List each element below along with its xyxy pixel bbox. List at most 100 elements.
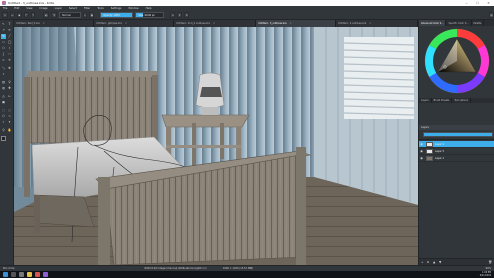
color-wheel[interactable]	[420, 26, 494, 96]
status-image-size: 1600 × 1200 (13.51 MiB)	[222, 267, 254, 270]
reference-images-tool-icon[interactable]: ▣	[1, 100, 6, 105]
dynamic-brush-tool-icon[interactable]: ≈	[1, 58, 6, 63]
fill-tool-icon[interactable]: ◍	[1, 86, 6, 91]
task-view-icon[interactable]	[19, 272, 24, 277]
elliptical-selection-tool-icon[interactable]: ◌	[7, 108, 12, 113]
measure-tool-icon[interactable]: ⊾	[7, 94, 12, 99]
move-layer-up-icon[interactable]: ▲	[433, 260, 435, 264]
tab-document-5[interactable]: Untitled - 4 outlines.kra ×	[336, 20, 418, 27]
polygonal-selection-tool-icon[interactable]: ⬡	[1, 114, 6, 119]
freehand-path-tool-icon[interactable]: 〰	[7, 52, 12, 57]
close-tab-icon[interactable]: ×	[213, 22, 215, 25]
delete-layer-icon[interactable]: 🗑	[488, 260, 492, 264]
menu-layer[interactable]: Layer	[55, 7, 62, 10]
add-layer-icon[interactable]: +	[421, 260, 424, 264]
tab-document-1[interactable]: Untitled - Bed_5.kra ×	[14, 20, 94, 27]
visibility-eye-icon[interactable]: ◉	[419, 149, 424, 153]
assistant-tool-icon[interactable]: ◬	[1, 94, 6, 99]
menu-view[interactable]: View	[26, 7, 32, 10]
tab-document-4[interactable]: Untitled - 3_outlines.kra ×	[256, 20, 336, 27]
menu-settings[interactable]: Settings	[111, 7, 122, 10]
opacity-slider[interactable]: Opacity: 100%	[100, 12, 134, 18]
close-tab-icon[interactable]: ×	[369, 22, 371, 25]
brush-editor-icon[interactable]: ✎	[51, 12, 58, 18]
freehand-selection-tool-icon[interactable]: ∿	[7, 114, 12, 119]
duplicate-layer-icon[interactable]: ⧉	[427, 260, 429, 264]
tab-document-2[interactable]: Untitled - glimpse.kra ×	[94, 20, 174, 27]
menu-window[interactable]: Window	[128, 7, 138, 10]
preserve-alpha-icon[interactable]: ▦	[89, 12, 95, 18]
browser-icon[interactable]	[35, 272, 40, 277]
status-zoom[interactable]: 60%	[486, 267, 491, 270]
freehand-brush-tool-icon[interactable]: ✎	[1, 34, 6, 39]
taskbar-clock[interactable]: 1:06 PM 6/21/2019	[480, 271, 491, 277]
bezier-tool-icon[interactable]: ∫	[1, 52, 6, 57]
visibility-eye-icon[interactable]: ◉	[419, 142, 424, 146]
tab-layers[interactable]: Layers	[419, 98, 432, 103]
eraser-mode-icon[interactable]: ◇	[82, 12, 88, 18]
brush-preset-icon[interactable]: ◐	[43, 12, 50, 18]
close-tab-icon[interactable]: ×	[43, 22, 45, 25]
workspace-icon[interactable]: ▤	[489, 12, 494, 18]
mirror-vertical-icon[interactable]: ⇕	[177, 12, 183, 18]
rectangle-tool-icon[interactable]: ▭	[1, 40, 6, 45]
start-menu-icon[interactable]	[3, 272, 8, 277]
gradient-tool-icon[interactable]: ▥	[1, 80, 6, 85]
text-tool-icon[interactable]: T	[7, 22, 12, 27]
file-explorer-icon[interactable]	[27, 272, 32, 277]
smart-patch-tool-icon[interactable]: ✚	[7, 86, 12, 91]
polygon-tool-icon[interactable]: ⬠	[1, 46, 6, 51]
open-document-icon[interactable]: ▭	[9, 12, 15, 18]
wrap-around-icon[interactable]: ⟲	[184, 12, 190, 18]
rectangular-selection-tool-icon[interactable]: ⬚	[1, 108, 6, 113]
zoom-tool-icon[interactable]: ⚲	[1, 128, 6, 133]
move-tool-icon[interactable]: ✥	[7, 66, 12, 71]
move-layer-down-icon[interactable]: ▼	[439, 260, 441, 264]
foreground-color-swatch[interactable]	[1, 136, 6, 141]
multibrush-tool-icon[interactable]: ✳	[7, 58, 12, 63]
similar-color-selection-tool-icon[interactable]: ✦	[7, 120, 12, 125]
edit-shapes-tool-icon[interactable]: ↗	[1, 28, 6, 33]
search-icon[interactable]	[11, 272, 16, 277]
select-shapes-tool-icon[interactable]: ↖	[1, 22, 6, 27]
pan-tool-icon[interactable]: ✋	[7, 128, 12, 133]
tab-tool-options[interactable]: Tool options	[452, 98, 471, 103]
layer-actions-bar: + ⧉ ▲ ▼ 🗑	[419, 258, 494, 265]
close-tab-icon[interactable]: ×	[290, 22, 292, 25]
save-icon[interactable]: ▪	[16, 12, 22, 18]
tab-label: Untitled - Bed_5.kra	[16, 22, 40, 25]
visibility-eye-icon[interactable]: ◉	[419, 156, 424, 160]
menu-file[interactable]: File	[3, 7, 7, 10]
crop-tool-icon[interactable]: ⌗	[1, 72, 6, 77]
contiguous-selection-tool-icon[interactable]: ✧	[1, 120, 6, 125]
layer-row[interactable]: ◉ Layer 4	[419, 141, 494, 148]
line-tool-icon[interactable]: ╱	[7, 34, 12, 39]
menu-filter[interactable]: Filter	[84, 7, 90, 10]
undo-icon[interactable]: ↶	[23, 12, 29, 18]
menu-help[interactable]: Help	[146, 7, 152, 10]
redo-icon[interactable]: ↷	[30, 12, 36, 18]
menu-select[interactable]: Select	[69, 7, 77, 10]
polyline-tool-icon[interactable]: ⌇	[7, 46, 12, 51]
menu-image[interactable]: Image	[40, 7, 48, 10]
tab-document-3[interactable]: Untitled - 2nd_2 outlines.kra ×	[174, 20, 256, 27]
menu-edit[interactable]: Edit	[14, 7, 19, 10]
tab-brush-presets[interactable]: Brush Presets	[432, 98, 453, 103]
advanced-color-selector[interactable]	[420, 26, 494, 96]
bedroom-artwork	[14, 27, 418, 265]
menu-tools[interactable]: Tools	[97, 7, 103, 10]
drawing-canvas[interactable]	[14, 27, 418, 265]
new-document-icon[interactable]: ▫	[2, 12, 8, 18]
blend-mode-select[interactable]: Normal	[59, 12, 81, 18]
krita-taskbar-icon[interactable]	[43, 272, 48, 277]
layer-opacity-slider[interactable]	[423, 132, 493, 137]
mirror-horizontal-icon[interactable]: ⇔	[170, 12, 176, 18]
transform-tool-icon[interactable]: ⤡	[1, 66, 6, 71]
ellipse-tool-icon[interactable]: ◯	[7, 40, 12, 45]
layer-row[interactable]: ◉ Layer 1	[419, 155, 494, 162]
calligraphy-tool-icon[interactable]: ✒	[7, 28, 12, 33]
size-slider[interactable]: Size: 90.00 px	[135, 12, 165, 18]
layer-row[interactable]: ◉ Layer 3	[419, 148, 494, 155]
close-tab-icon[interactable]: ×	[125, 22, 127, 25]
color-picker-tool-icon[interactable]: ⚲	[7, 80, 12, 85]
